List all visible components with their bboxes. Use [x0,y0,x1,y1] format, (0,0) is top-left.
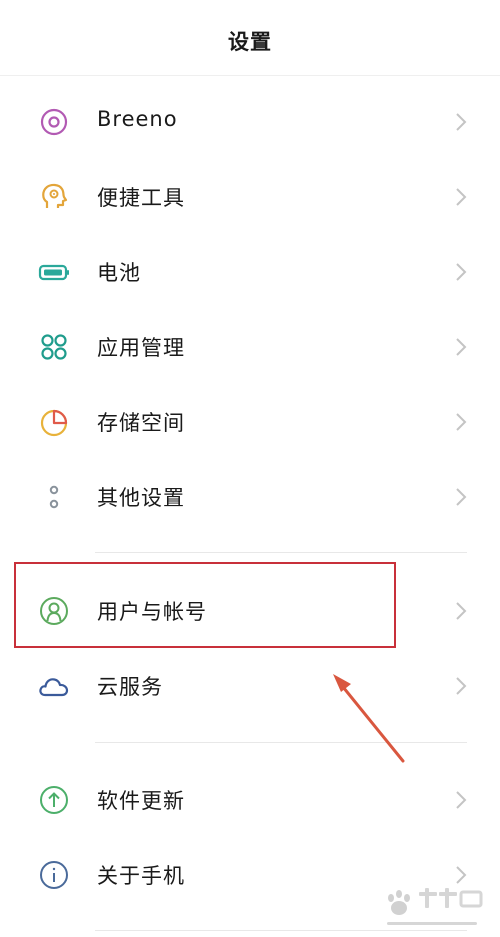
battery-icon [38,256,70,288]
cloud-icon [38,670,70,702]
chevron-right-icon [452,335,470,359]
annotation-arrow-icon [333,674,405,763]
app-header: 设置 [0,0,500,76]
quick-tools-icon [38,181,70,213]
chevron-right-icon [452,674,470,698]
chevron-right-icon [452,185,470,209]
more-settings-icon [38,481,70,513]
chevron-right-icon [452,485,470,509]
settings-item-label: 应用管理 [97,336,185,360]
settings-item-storage[interactable]: 存储空间 [0,386,500,456]
settings-item-software-update[interactable]: 软件更新 [0,764,500,834]
settings-item-label: 云服务 [97,675,163,699]
settings-item-label: 关于手机 [97,864,185,888]
chevron-right-icon [452,410,470,434]
chevron-right-icon [452,599,470,623]
settings-item-breeno[interactable]: Breeno [0,86,500,156]
section-divider [95,552,467,553]
chevron-right-icon [452,260,470,284]
settings-item-quick-tools[interactable]: 便捷工具 [0,161,500,231]
breeno-icon [38,106,70,138]
settings-item-battery[interactable]: 电池 [0,236,500,306]
page-title: 设置 [228,30,272,54]
settings-item-label: 存储空间 [97,411,185,435]
section-divider [95,742,467,743]
highlight-box [14,562,396,648]
storage-icon [38,406,70,438]
settings-item-label: 便捷工具 [97,186,185,210]
settings-item-label: 软件更新 [97,789,185,813]
about-phone-icon [38,859,70,891]
settings-item-label: 其他设置 [97,486,185,510]
settings-item-label: 电池 [97,261,141,285]
software-update-icon [38,784,70,816]
settings-item-other-settings[interactable]: 其他设置 [0,461,500,531]
settings-item-app-management[interactable]: 应用管理 [0,311,500,381]
settings-item-label: Breeno [97,107,178,131]
app-management-icon [38,331,70,363]
settings-item-cloud-service[interactable]: 云服务 [0,650,500,720]
chevron-right-icon [452,788,470,812]
chevron-right-icon [452,110,470,134]
baidu-jingyan-watermark [377,884,493,932]
